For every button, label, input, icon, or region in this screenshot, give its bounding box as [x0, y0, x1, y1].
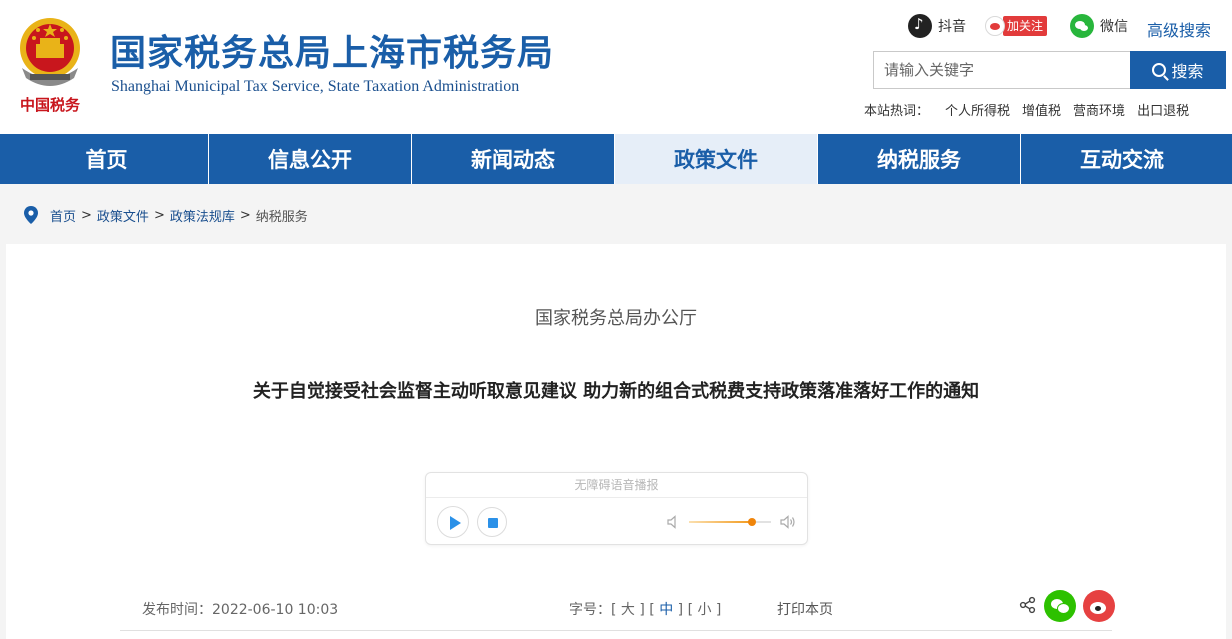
volume-high-icon[interactable]: [780, 514, 796, 530]
share-weibo-icon[interactable]: [1083, 590, 1115, 622]
share-wechat-icon[interactable]: [1044, 590, 1076, 622]
hotword-link[interactable]: 增值税: [1022, 100, 1061, 119]
site-title[interactable]: 国家税务总局上海市税务局: [110, 24, 554, 76]
font-size-medium[interactable]: 中: [659, 602, 673, 618]
audio-player-title: 无障碍语音播报: [426, 473, 807, 498]
main-nav: 首页 信息公开 新闻动态 政策文件 纳税服务 互动交流: [0, 134, 1232, 184]
wechat-icon: [1070, 14, 1094, 38]
breadcrumb-policy-documents[interactable]: 政策文件: [97, 206, 149, 225]
hotword-link[interactable]: 出口退税: [1137, 100, 1189, 119]
weibo-follow-button[interactable]: 加关注: [985, 14, 1048, 38]
breadcrumb-policy-library[interactable]: 政策法规库: [170, 206, 235, 225]
wechat-label: 微信: [1100, 19, 1128, 35]
font-size-large[interactable]: 大: [621, 602, 635, 618]
site-subtitle: Shanghai Municipal Tax Service, State Ta…: [111, 78, 520, 95]
hotword-link[interactable]: 营商环境: [1073, 100, 1125, 119]
search-button-label: 搜索: [1171, 62, 1204, 81]
font-size-switcher: 字号：[ 大 ] [ 中 ] [ 小 ]: [569, 602, 722, 618]
breadcrumb-separator: >: [239, 207, 251, 223]
search-icon: [1152, 63, 1167, 77]
publish-time-label: 发布时间：: [142, 602, 212, 618]
volume-slider-handle[interactable]: [748, 518, 757, 526]
wechat-link[interactable]: 微信: [1070, 14, 1128, 38]
font-size-small[interactable]: 小: [697, 602, 711, 618]
meta-divider: [120, 630, 1112, 631]
stop-button[interactable]: [477, 507, 507, 537]
hotwords-label: 本站热词：: [864, 104, 930, 119]
breadcrumb-separator: >: [81, 207, 92, 223]
breadcrumb-separator: >: [153, 207, 165, 223]
breadcrumb-home[interactable]: 首页: [50, 206, 76, 225]
volume-low-icon[interactable]: [667, 515, 679, 529]
audio-player: 无障碍语音播报: [425, 472, 808, 545]
font-size-label: 字号：: [569, 602, 611, 618]
print-page-button[interactable]: 打印本页: [777, 599, 833, 619]
nav-item-home[interactable]: 首页: [5, 134, 208, 184]
weibo-follow-label: 加关注: [1003, 16, 1048, 36]
nav-item-info-disclosure[interactable]: 信息公开: [208, 134, 411, 184]
play-button[interactable]: [437, 506, 469, 538]
site-header: 中国税务 国家税务总局上海市税务局 Shanghai Municipal Tax…: [0, 0, 1232, 134]
article-issuer: 国家税务总局办公厅: [535, 308, 697, 329]
publish-time-value: 2022-06-10 10:03: [212, 602, 339, 618]
nav-item-interaction[interactable]: 互动交流: [1020, 134, 1223, 184]
article-container: 国家税务总局办公厅 关于自觉接受社会监督主动听取意见建议 助力新的组合式税费支持…: [6, 244, 1226, 639]
hotwords-bar: 本站热词： 个人所得税 增值税 营商环境 出口退税: [864, 100, 1189, 119]
breadcrumb: 首页 > 政策文件 > 政策法规库 > 纳税服务: [24, 205, 308, 225]
publish-time: 发布时间：2022-06-10 10:03: [142, 599, 338, 619]
national-emblem-logo[interactable]: 中国税务: [10, 10, 90, 120]
share-icon[interactable]: [1019, 596, 1037, 614]
breadcrumb-current: 纳税服务: [255, 209, 308, 225]
article-title: 关于自觉接受社会监督主动听取意见建议 助力新的组合式税费支持政策落准落好工作的通…: [252, 381, 980, 402]
search-input[interactable]: [873, 51, 1131, 89]
nav-item-tax-services[interactable]: 纳税服务: [817, 134, 1020, 184]
emblem-text: 中国税务: [20, 96, 81, 114]
search-button[interactable]: 搜索: [1130, 51, 1226, 89]
volume-slider[interactable]: [689, 518, 771, 526]
douyin-link[interactable]: 抖音: [908, 14, 966, 38]
nav-item-policy-documents[interactable]: 政策文件: [614, 134, 817, 184]
weibo-icon: [985, 16, 1005, 36]
location-pin-icon: [24, 206, 38, 224]
nav-item-news[interactable]: 新闻动态: [411, 134, 614, 184]
douyin-icon: [908, 14, 932, 38]
douyin-label: 抖音: [938, 19, 966, 35]
hotword-link[interactable]: 个人所得税: [945, 100, 1010, 119]
advanced-search-link[interactable]: 高级搜索: [1147, 17, 1211, 41]
article-meta: 发布时间：2022-06-10 10:03 字号：[ 大 ] [ 中 ] [ 小…: [6, 599, 1226, 629]
volume-slider-fill: [689, 521, 753, 523]
